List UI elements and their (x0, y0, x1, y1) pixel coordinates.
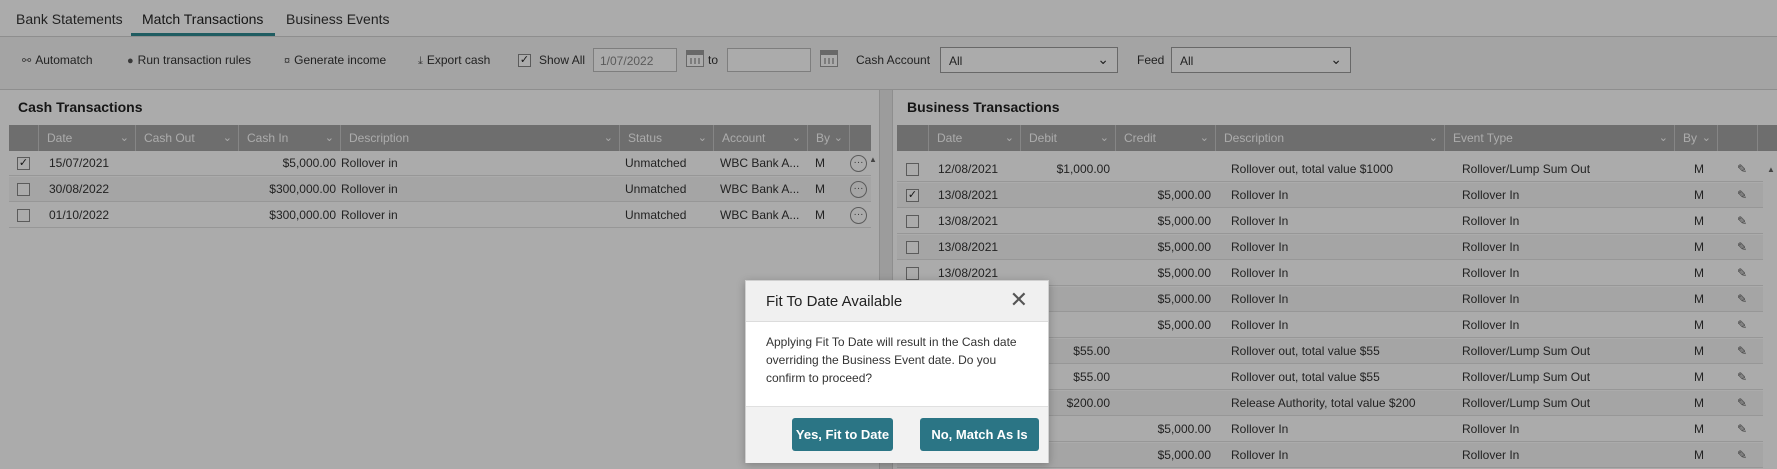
close-icon[interactable]: ✕ (1010, 289, 1028, 311)
dialog-header: Fit To Date Available ✕ (746, 281, 1048, 322)
no-match-as-is-button[interactable]: No, Match As Is (920, 418, 1039, 451)
dialog-message: Applying Fit To Date will result in the … (766, 335, 1017, 385)
dialog-footer: Yes, Fit to Date No, Match As Is (746, 406, 1048, 463)
fit-to-date-dialog: Fit To Date Available ✕ Applying Fit To … (745, 280, 1049, 463)
yes-fit-to-date-button[interactable]: Yes, Fit to Date (792, 418, 893, 451)
dialog-title: Fit To Date Available (766, 293, 903, 310)
